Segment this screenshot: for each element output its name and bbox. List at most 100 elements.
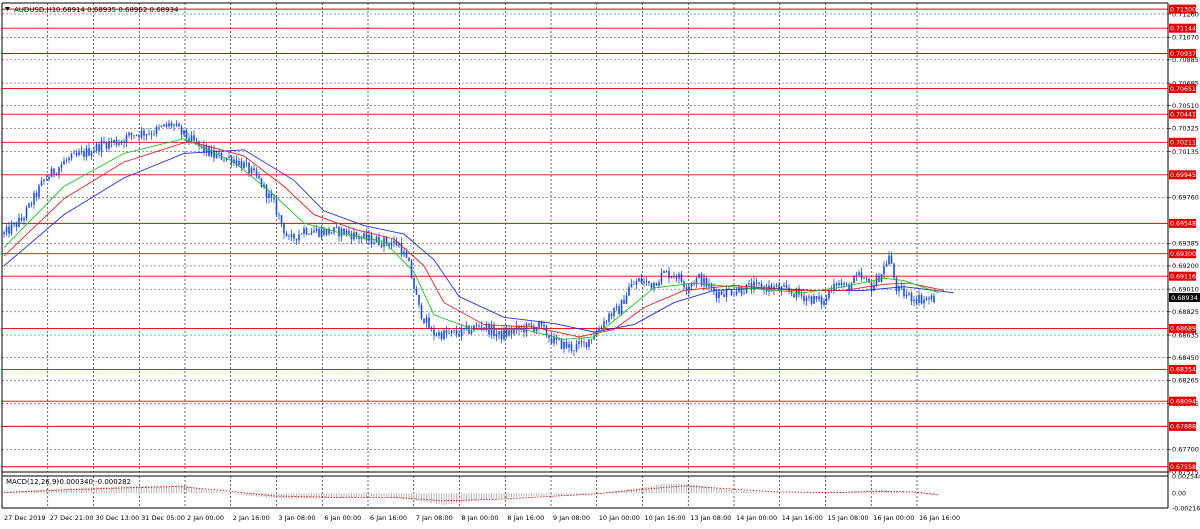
level-tag-label: 0.70937 bbox=[1170, 51, 1196, 58]
candle-body bbox=[218, 152, 220, 155]
candle-body bbox=[75, 153, 78, 156]
price-chart[interactable]: 0.712600.710700.708850.706950.705100.703… bbox=[0, 0, 1200, 525]
candle-body bbox=[558, 339, 560, 340]
candle-body bbox=[390, 243, 393, 246]
candle-body bbox=[493, 325, 495, 337]
candle-body bbox=[573, 350, 575, 351]
candle-body bbox=[933, 295, 935, 303]
time-tick-label: 8 Jan 16:00 bbox=[507, 514, 544, 522]
candle-body bbox=[648, 281, 650, 284]
candle-body bbox=[865, 278, 868, 280]
candle-body bbox=[23, 218, 25, 221]
level-tag-label: 0.68094 bbox=[1170, 398, 1196, 405]
candle-body bbox=[300, 233, 303, 235]
candle-body bbox=[330, 232, 333, 234]
candle-body bbox=[295, 238, 298, 241]
candle-body bbox=[670, 276, 673, 279]
candle-body bbox=[613, 308, 615, 317]
candle-body bbox=[840, 283, 843, 285]
candle-body bbox=[468, 325, 470, 334]
candle-body bbox=[60, 164, 63, 168]
candle-body bbox=[418, 294, 420, 305]
candle-body bbox=[860, 272, 863, 279]
candle-body bbox=[770, 285, 773, 290]
candle-body bbox=[463, 327, 465, 330]
candle-body bbox=[18, 217, 20, 227]
candle-body bbox=[175, 123, 178, 126]
candle-body bbox=[758, 282, 760, 284]
candle-body bbox=[373, 242, 375, 245]
candle-body bbox=[915, 299, 918, 303]
level-tag-label: 0.69548 bbox=[1170, 221, 1196, 228]
time-tick-label: 31 Dec 05:00 bbox=[141, 514, 185, 522]
candle-body bbox=[78, 152, 80, 156]
price-tick-label: 0.67700 bbox=[1172, 446, 1199, 454]
candle-body bbox=[663, 271, 665, 273]
candle-body bbox=[160, 126, 163, 127]
candle-body bbox=[820, 296, 823, 305]
candle-body bbox=[810, 296, 813, 304]
candle-body bbox=[223, 159, 225, 161]
candle-body bbox=[513, 329, 515, 334]
candle-body bbox=[35, 192, 38, 197]
candle-body bbox=[853, 276, 855, 284]
candle-body bbox=[460, 327, 463, 336]
candle-body bbox=[315, 228, 318, 231]
candle-body bbox=[665, 270, 668, 272]
level-tag-label: 0.67888 bbox=[1170, 424, 1196, 431]
candle-body bbox=[400, 242, 403, 255]
candle-body bbox=[530, 324, 533, 327]
candle-body bbox=[135, 134, 138, 136]
candle-body bbox=[405, 251, 408, 258]
candle-body bbox=[838, 283, 840, 286]
candle-body bbox=[818, 296, 820, 300]
time-tick-label: 16 Jan 16:00 bbox=[919, 514, 960, 522]
price-axis[interactable]: 0.712600.710700.708850.706950.705100.703… bbox=[1168, 10, 1199, 476]
candle-body bbox=[95, 143, 98, 151]
candle-body bbox=[705, 277, 708, 287]
candle-body bbox=[170, 123, 173, 126]
candle-body bbox=[600, 327, 603, 330]
candle-body bbox=[393, 241, 395, 244]
candle-body bbox=[680, 274, 683, 282]
candle-body bbox=[660, 272, 663, 283]
candle-body bbox=[343, 228, 345, 234]
candle-body bbox=[565, 341, 568, 348]
price-tick-label: 0.70510 bbox=[1172, 102, 1199, 110]
candle-body bbox=[130, 132, 133, 136]
candle-body bbox=[658, 282, 660, 286]
candle-body bbox=[145, 134, 148, 136]
candle-body bbox=[538, 321, 540, 328]
level-tag-label: 0.68354 bbox=[1170, 367, 1196, 374]
candle-body bbox=[868, 278, 870, 283]
candle-body bbox=[910, 293, 913, 302]
macd-tick-label: -0.00216 bbox=[1172, 505, 1200, 512]
candle-body bbox=[453, 330, 455, 332]
price-tick-label: 0.70135 bbox=[1172, 148, 1199, 156]
candle-body bbox=[785, 285, 788, 288]
candle-body bbox=[918, 294, 920, 303]
candle-body bbox=[348, 230, 350, 234]
candle-body bbox=[30, 203, 33, 205]
candle-body bbox=[923, 299, 925, 304]
candle-body bbox=[33, 192, 35, 205]
candle-body bbox=[28, 203, 30, 208]
candle-body bbox=[3, 232, 5, 235]
candle-body bbox=[925, 298, 928, 300]
price-tick-label: 0.68825 bbox=[1172, 308, 1199, 316]
candle-body bbox=[403, 251, 405, 255]
candle-body bbox=[693, 283, 695, 285]
candle-body bbox=[363, 233, 365, 238]
time-axis[interactable]: 27 Dec 2019 27 Dec 21:00 30 Dec 13:00 31 De… bbox=[4, 514, 960, 522]
candle-body bbox=[73, 153, 75, 154]
candle-body bbox=[38, 185, 40, 197]
price-tick-label: 0.69010 bbox=[1172, 285, 1199, 293]
candle-body bbox=[578, 341, 580, 345]
candle-body bbox=[450, 330, 453, 333]
candle-body bbox=[620, 299, 623, 315]
candle-body bbox=[610, 313, 613, 317]
candle-body bbox=[575, 344, 578, 351]
macd-label: MACD(12,26,9) bbox=[6, 478, 59, 486]
candle-body bbox=[290, 234, 293, 237]
candle-body bbox=[248, 162, 250, 174]
